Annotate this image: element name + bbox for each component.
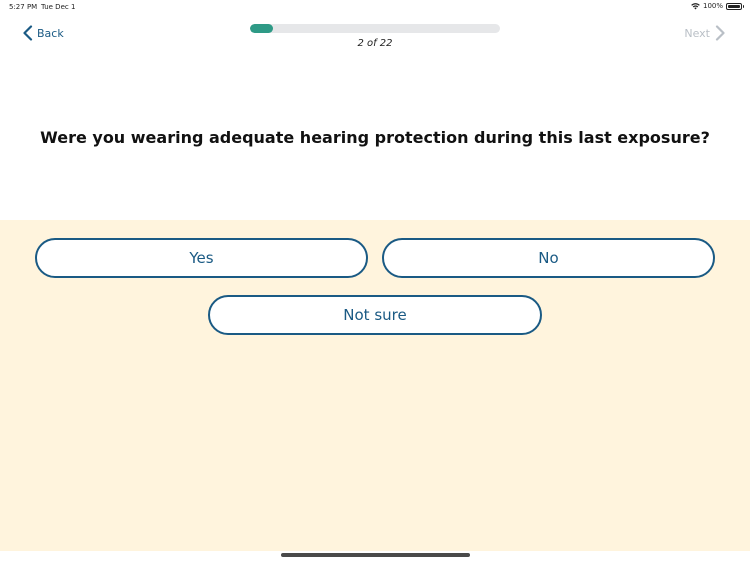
not-sure-button[interactable]: Not sure xyxy=(208,295,542,335)
status-indicators: 100% xyxy=(691,2,744,10)
next-label: Next xyxy=(684,26,710,40)
next-button[interactable]: Next xyxy=(684,24,726,42)
home-indicator[interactable] xyxy=(281,553,470,557)
battery-percent: 100% xyxy=(702,2,723,10)
status-time: 5:27 PM xyxy=(9,3,38,11)
status-date: Tue Dec 1 xyxy=(41,3,76,11)
progress-fill xyxy=(250,24,273,33)
no-button[interactable]: No xyxy=(382,238,715,278)
screen: 5:27 PM Tue Dec 1 100% Back 2 of 22 Next… xyxy=(0,0,750,562)
chevron-right-icon xyxy=(715,25,725,41)
back-label: Back xyxy=(37,26,64,40)
question-text: Were you wearing adequate hearing protec… xyxy=(40,128,710,147)
battery-icon xyxy=(726,2,744,10)
chevron-left-icon xyxy=(23,25,33,41)
progress-bar xyxy=(250,24,500,33)
yes-button[interactable]: Yes xyxy=(35,238,368,278)
progress-label: 2 of 22 xyxy=(357,38,393,49)
answer-panel: Yes No Not sure xyxy=(0,220,750,551)
wifi-icon xyxy=(691,2,700,9)
back-button[interactable]: Back xyxy=(22,24,64,42)
status-bar: 5:27 PM Tue Dec 1 100% xyxy=(0,0,750,14)
